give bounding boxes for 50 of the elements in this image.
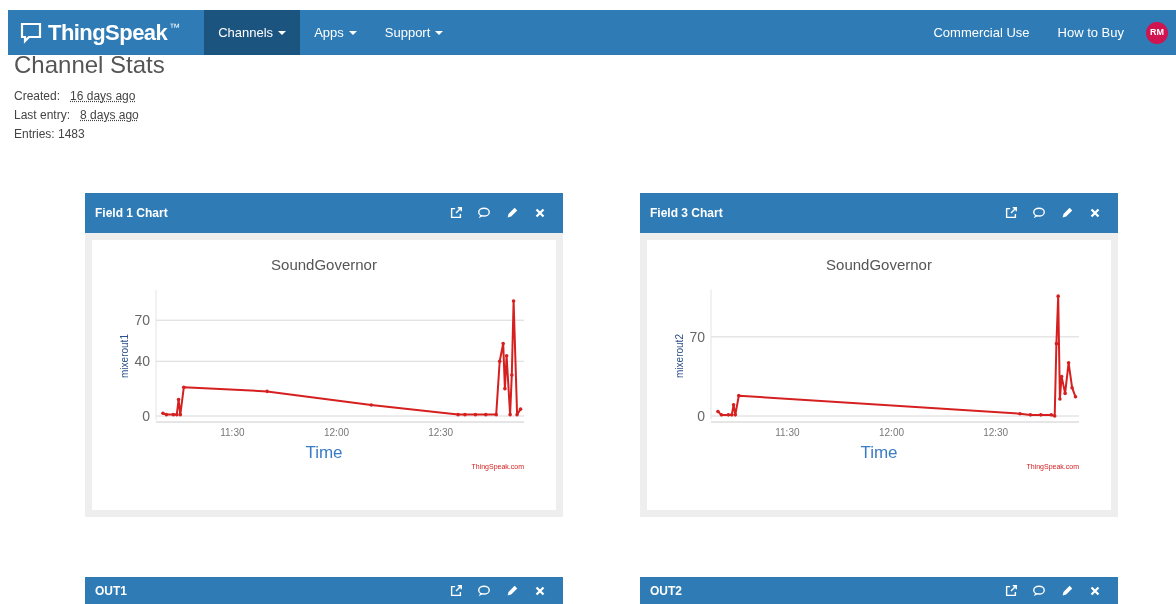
nav-link[interactable]: How to Buy [1043, 10, 1138, 55]
x-axis-title: Time [305, 443, 343, 462]
x-tick-label: 12:00 [324, 427, 350, 438]
nav-menu-item[interactable]: Apps [300, 10, 371, 55]
external-link-icon[interactable] [1004, 206, 1018, 220]
user-avatar[interactable]: RM [1146, 21, 1168, 44]
y-tick-label: 0 [142, 408, 150, 424]
stat-label: Last entry: [14, 107, 71, 124]
pencil-icon[interactable] [1060, 583, 1074, 598]
card-title: OUT1 [95, 582, 128, 600]
external-link-icon[interactable] [1004, 583, 1018, 598]
close-icon[interactable] [533, 206, 547, 220]
stat-value: 16 days ago [70, 88, 136, 105]
comment-icon[interactable] [477, 206, 491, 220]
card-title: Field 1 Chart [95, 205, 169, 222]
x-tick-label: 11:30 [220, 427, 245, 438]
card-title: Field 3 Chart [650, 205, 724, 222]
close-icon[interactable] [1088, 206, 1102, 220]
x-tick-label: 12:30 [983, 427, 1009, 438]
card-title: OUT2 [650, 582, 683, 600]
pencil-icon[interactable] [505, 206, 519, 220]
trademark: ™ [169, 20, 181, 35]
x-tick-label: 12:30 [428, 427, 454, 438]
chart-title: SoundGovernor [826, 256, 932, 273]
external-link-icon[interactable] [449, 583, 463, 598]
speech-bubble-icon [20, 21, 42, 44]
x-tick-label: 12:00 [879, 427, 905, 438]
nav-menu-item[interactable]: Channels [204, 10, 301, 55]
stat-value: 8 days ago [80, 107, 139, 124]
y-tick-label: 70 [689, 328, 705, 345]
stat-label: Entries: 1483 [14, 126, 85, 143]
brand-logo[interactable]: ThingSpeak [48, 16, 168, 49]
comment-icon[interactable] [477, 583, 491, 598]
nav-link[interactable]: Commercial Use [919, 10, 1044, 55]
pencil-icon[interactable] [1060, 206, 1074, 220]
stat-label: Created: [14, 88, 61, 105]
chart-title: SoundGovernor [271, 256, 377, 273]
y-axis-title: mixerout1 [119, 334, 130, 378]
y-tick-label: 40 [134, 353, 150, 370]
pencil-icon[interactable] [505, 583, 519, 598]
page-title: Channel Stats [14, 50, 165, 80]
comment-icon[interactable] [1032, 206, 1046, 220]
y-tick-label: 70 [134, 312, 150, 329]
y-tick-label: 0 [697, 408, 705, 424]
nav-menu-item[interactable]: Support [370, 10, 458, 55]
external-link-icon[interactable] [449, 206, 463, 220]
y-axis-title: mixerout2 [674, 334, 685, 378]
x-tick-label: 11:30 [775, 427, 800, 438]
comment-icon[interactable] [1032, 583, 1046, 598]
x-axis-title: Time [860, 443, 898, 462]
